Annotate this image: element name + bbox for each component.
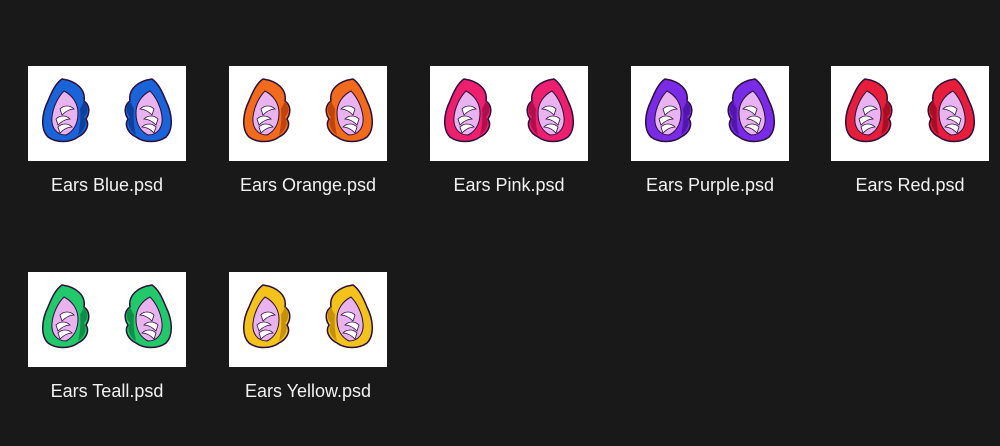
ears-thumbnail-icon (444, 78, 574, 143)
file-item-ears-teall[interactable]: Ears Teall.psd (7, 272, 207, 422)
file-thumbnail[interactable] (430, 66, 588, 161)
file-item-ears-yellow[interactable]: Ears Yellow.psd (208, 272, 408, 422)
ears-thumbnail-icon (243, 78, 373, 143)
file-name-label[interactable]: Ears Orange.psd (208, 174, 408, 196)
file-name-label[interactable]: Ears Purple.psd (610, 174, 810, 196)
file-thumbnail[interactable] (229, 272, 387, 367)
file-item-ears-purple[interactable]: Ears Purple.psd (610, 66, 810, 216)
file-thumbnail[interactable] (229, 66, 387, 161)
file-name-label[interactable]: Ears Yellow.psd (208, 380, 408, 402)
file-item-ears-blue[interactable]: Ears Blue.psd (7, 66, 207, 216)
file-name-label[interactable]: Ears Blue.psd (7, 174, 207, 196)
file-item-ears-red[interactable]: Ears Red.psd (810, 66, 1000, 216)
ears-thumbnail-icon (243, 284, 373, 349)
file-item-ears-orange[interactable]: Ears Orange.psd (208, 66, 408, 216)
ears-thumbnail-icon (645, 78, 775, 143)
file-item-ears-pink[interactable]: Ears Pink.psd (409, 66, 609, 216)
file-name-label[interactable]: Ears Teall.psd (7, 380, 207, 402)
file-thumbnail[interactable] (28, 272, 186, 367)
file-thumbnail[interactable] (28, 66, 186, 161)
ears-thumbnail-icon (42, 78, 172, 143)
file-grid: Ears Blue.psd Ears Orange.psd Ears Pink.… (0, 0, 1000, 446)
file-thumbnail[interactable] (631, 66, 789, 161)
file-thumbnail[interactable] (831, 66, 989, 161)
ears-thumbnail-icon (42, 284, 172, 349)
file-name-label[interactable]: Ears Red.psd (810, 174, 1000, 196)
file-name-label[interactable]: Ears Pink.psd (409, 174, 609, 196)
ears-thumbnail-icon (845, 78, 975, 143)
